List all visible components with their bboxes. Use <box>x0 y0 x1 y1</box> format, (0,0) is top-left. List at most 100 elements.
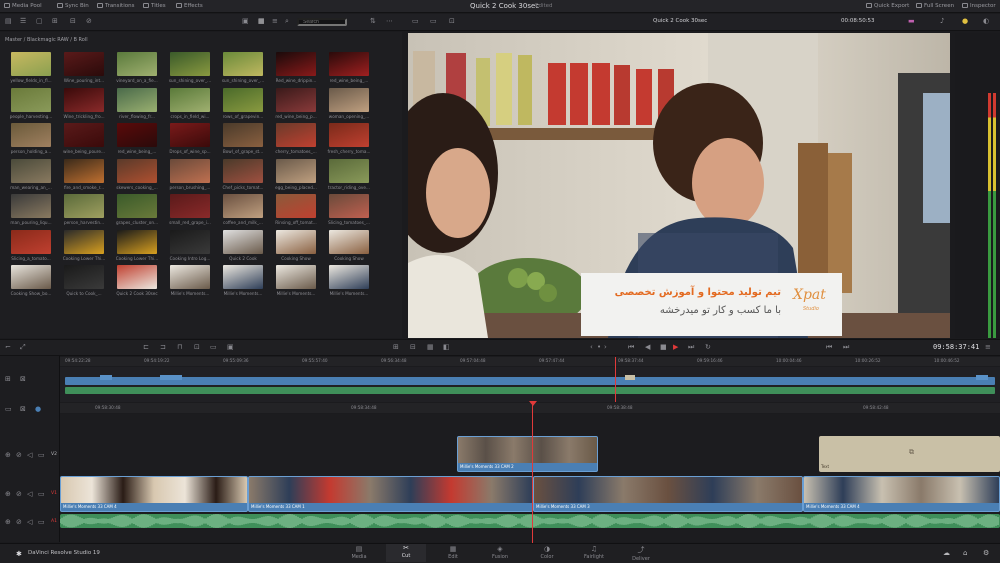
snap-icon[interactable]: ⌐ <box>5 343 11 351</box>
next-marker-icon[interactable]: › <box>604 343 607 351</box>
clip-thumbnail[interactable] <box>11 52 51 76</box>
clip-thumbnail[interactable] <box>170 265 210 289</box>
clip-v2[interactable]: Millie's Moments 33 CAM 2 <box>457 436 598 472</box>
overview-playhead[interactable] <box>615 357 616 402</box>
clip-thumbnail[interactable] <box>223 87 263 112</box>
source-overwrite-icon[interactable]: ▣ <box>227 343 234 351</box>
stop-icon[interactable]: ■ <box>660 343 667 351</box>
clip-thumbnail[interactable] <box>276 194 316 218</box>
a1-audio-icon[interactable]: ◁ <box>27 518 32 526</box>
quick-export-button[interactable]: Quick Export <box>866 3 909 9</box>
clip-thumbnail[interactable] <box>223 229 263 254</box>
new-bin-icon[interactable]: ▢ <box>36 17 43 25</box>
full-screen-button[interactable]: Full Screen <box>916 3 954 9</box>
v2-lock-icon[interactable]: ⊕ <box>5 451 11 459</box>
clip-thumbnail[interactable] <box>276 87 316 112</box>
clip-thumbnail[interactable] <box>276 158 316 183</box>
clip-thumbnail[interactable] <box>64 158 104 183</box>
volume-icon[interactable]: ◐ <box>983 17 989 25</box>
titles-tab[interactable]: Titles <box>143 3 166 9</box>
clip-thumbnail[interactable] <box>117 265 157 289</box>
play-icon[interactable]: ▶ <box>673 343 678 351</box>
clip-thumbnail[interactable] <box>329 265 369 289</box>
clip-v1-b[interactable]: Millie's Moments 33 CAM 1 <box>248 476 533 512</box>
upper-timeline-icon[interactable]: ⊞ <box>5 375 11 383</box>
clip-thumbnail[interactable] <box>276 265 316 289</box>
clip-thumbnail[interactable] <box>11 194 51 218</box>
clip-thumbnail[interactable] <box>11 123 51 147</box>
overview-timeline[interactable] <box>60 367 1000 402</box>
playhead[interactable] <box>532 401 533 543</box>
clip-thumbnail[interactable] <box>170 158 210 183</box>
grid-view-icon[interactable]: ▦ <box>258 17 265 25</box>
clip-thumbnail[interactable] <box>223 158 263 183</box>
clip-thumbnail[interactable] <box>223 265 263 289</box>
options-icon[interactable]: ⋯ <box>386 17 393 25</box>
v1-lock-icon[interactable]: ⊕ <box>5 490 11 498</box>
ripple-icon[interactable]: ⊓ <box>177 343 182 351</box>
clip-v1-d[interactable]: Millie's Moments 33 CAM 4 <box>803 476 1000 512</box>
list-view-icon[interactable]: ≡ <box>272 17 278 25</box>
clip-thumbnail[interactable] <box>117 87 157 112</box>
menu-icon[interactable]: ≡ <box>985 343 991 351</box>
inspector-button[interactable]: Inspector <box>962 3 996 9</box>
import-icon[interactable]: ▤ <box>5 17 12 25</box>
clip-thumbnail[interactable] <box>64 229 104 254</box>
thumbnail-view-icon[interactable]: ▣ <box>242 17 249 25</box>
go-to-start-icon[interactable]: ⏮ <box>628 343 634 352</box>
prev-marker-icon[interactable]: ‹ <box>590 343 593 351</box>
page-tab-media[interactable]: ▤ Media <box>339 545 379 560</box>
clip-thumbnail[interactable] <box>329 52 369 76</box>
clip-thumbnail[interactable] <box>64 52 104 76</box>
clip-thumbnail[interactable] <box>117 123 157 147</box>
clip-thumbnail[interactable] <box>170 229 210 254</box>
close-up-icon[interactable]: ⊡ <box>194 343 200 351</box>
color-icon[interactable]: ● <box>962 17 968 25</box>
source-clip-icon[interactable]: ▭ <box>430 17 437 25</box>
filter-icon[interactable]: ⊟ <box>70 17 76 25</box>
clip-thumbnail[interactable] <box>329 229 369 254</box>
audio-track-toggle-icon[interactable]: ● <box>35 405 41 413</box>
home-icon[interactable]: ⌂ <box>963 549 967 557</box>
audio-icon[interactable]: ♪ <box>940 17 944 25</box>
clip-thumbnail[interactable] <box>276 52 316 76</box>
clip-thumbnail[interactable] <box>64 87 104 112</box>
display-icon[interactable]: ▬ <box>908 17 915 25</box>
clip-thumbnail[interactable] <box>117 158 157 183</box>
clip-v1-a[interactable]: Millie's Moments 33 CAM 4 <box>60 476 248 512</box>
metadata-icon[interactable]: ⊘ <box>86 17 92 25</box>
next-edit-icon[interactable]: ⏭ <box>843 343 849 352</box>
smart-insert-icon[interactable]: ⊏ <box>143 343 149 351</box>
v1-display-icon[interactable]: ▭ <box>38 490 45 498</box>
clip-thumbnail[interactable] <box>64 265 104 289</box>
transitions-tab[interactable]: Transitions <box>97 3 134 9</box>
camera-icon[interactable]: ◧ <box>443 343 450 351</box>
clip-thumbnail[interactable] <box>170 123 210 147</box>
viewer-clip-name[interactable]: Quick 2 Cook 30sec <box>653 18 707 24</box>
page-tab-color[interactable]: ◑ Color <box>527 545 567 560</box>
v2-toggle-icon[interactable]: ⊘ <box>16 451 22 459</box>
clip-thumbnail[interactable] <box>170 52 210 76</box>
viewer-layout-icon[interactable]: ▭ <box>412 17 419 25</box>
overview-ruler[interactable]: 09:54:22:28 09:54:19:22 09:55:09:36 09:55:5… <box>60 357 1000 366</box>
clip-thumbnail[interactable] <box>11 158 51 183</box>
clip-text[interactable]: ⧉ Text <box>819 436 1000 472</box>
search-icon[interactable]: ⌕ <box>285 17 289 26</box>
a1-lock-icon[interactable]: ⊕ <box>5 518 11 526</box>
loop-icon[interactable]: ↻ <box>705 343 711 351</box>
v2-audio-icon[interactable]: ◁ <box>27 451 32 459</box>
view-options-icon[interactable]: ⊠ <box>20 405 26 413</box>
cloud-icon[interactable]: ☁ <box>943 549 950 557</box>
clip-thumbnail[interactable] <box>276 229 316 254</box>
page-tab-fairlight[interactable]: ♫ Fairlight <box>574 545 614 560</box>
clip-thumbnail[interactable] <box>64 194 104 218</box>
sort-order-icon[interactable]: ⇅ <box>370 17 376 25</box>
marker-dot-icon[interactable]: • <box>597 343 601 351</box>
clip-thumbnail[interactable] <box>117 52 157 76</box>
go-to-end-icon[interactable]: ⏭ <box>688 343 694 352</box>
link-icon[interactable]: ⤢ <box>20 343 26 352</box>
clip-thumbnail[interactable] <box>329 194 369 218</box>
transform-icon[interactable]: ▦ <box>427 343 434 351</box>
clip-thumbnail[interactable] <box>223 194 263 218</box>
safe-area-icon[interactable]: ⊡ <box>449 17 455 25</box>
